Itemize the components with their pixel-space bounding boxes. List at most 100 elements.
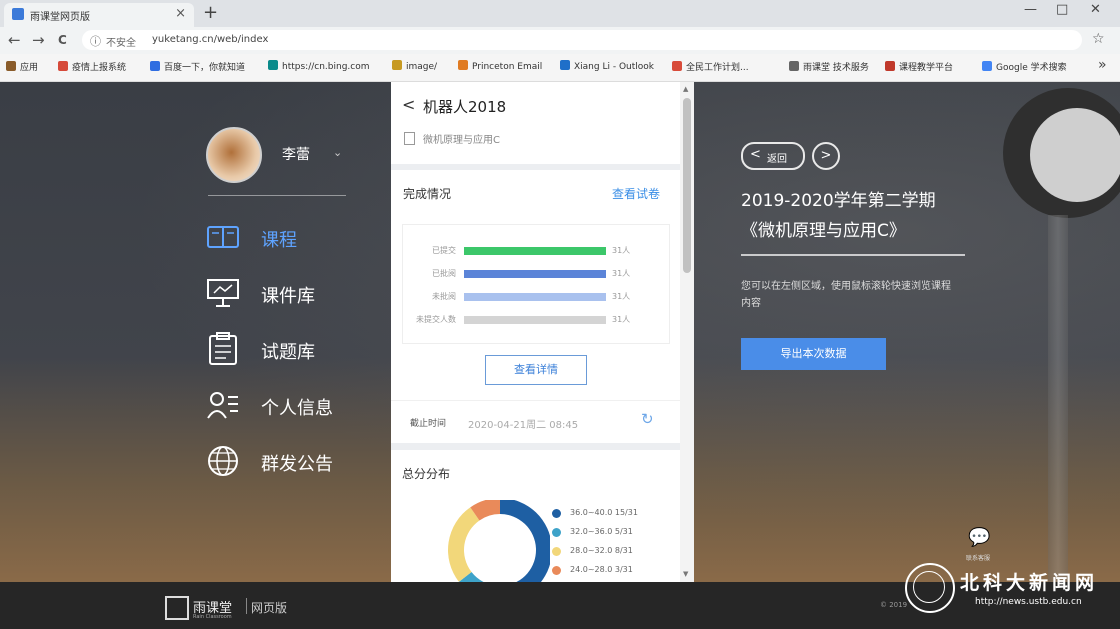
bookmark-item[interactable]: 应用 bbox=[6, 60, 38, 73]
scrollbar-thumb[interactable] bbox=[683, 98, 691, 273]
legend-range: 28.0~32.0 bbox=[570, 546, 613, 555]
ustb-seal-inner bbox=[913, 571, 945, 603]
yuketang-favicon-icon bbox=[12, 8, 24, 20]
bar-count: 31人 bbox=[612, 269, 631, 278]
scroll-hint-text: 您可以在左侧区域，使用鼠标滚轮快速浏览课程内容 bbox=[741, 281, 951, 309]
sidebar-item-slides[interactable]: 课件库 bbox=[206, 276, 366, 312]
bar-track bbox=[464, 316, 606, 324]
legend-count: 5/31 bbox=[614, 527, 633, 536]
legend-range: 32.0~36.0 bbox=[570, 527, 613, 536]
bar-label: 未提交人数 bbox=[416, 315, 456, 324]
customer-service-label[interactable]: 联系客服 bbox=[966, 553, 990, 562]
refresh-icon[interactable]: ↻ bbox=[641, 410, 654, 428]
bookmark-item[interactable]: Princeton Email bbox=[458, 60, 542, 72]
avatar[interactable] bbox=[206, 127, 262, 183]
bookmark-label: 应用 bbox=[20, 63, 39, 73]
next-button[interactable]: > bbox=[812, 142, 840, 170]
distribution-title: 总分分布 bbox=[402, 467, 451, 481]
info-icon[interactable]: ⓘ bbox=[90, 33, 101, 49]
bar-track bbox=[464, 293, 606, 301]
image-icon bbox=[392, 60, 402, 70]
bookmark-label: 疫情上报系统 bbox=[72, 63, 127, 73]
legend-text: 28.0~32.0 8/31 bbox=[570, 546, 633, 555]
legend-range: 24.0~28.0 bbox=[570, 565, 613, 574]
bar-fill bbox=[464, 293, 606, 301]
bookmark-label: Google 学术搜索 bbox=[996, 63, 1067, 73]
bar-label: 未批阅 bbox=[432, 292, 456, 301]
bookmark-item[interactable]: Xiang Li - Outlook bbox=[560, 60, 654, 72]
yuketang-logo-icon bbox=[165, 596, 189, 620]
bookmark-item[interactable]: 百度一下，你就知道 bbox=[150, 60, 245, 73]
browser-tab[interactable]: 雨课堂网页版 × bbox=[4, 3, 194, 27]
bar-label: 已批阅 bbox=[432, 269, 456, 278]
chevron-right-icon: > bbox=[820, 148, 832, 163]
legend-text: 36.0~40.0 15/31 bbox=[570, 508, 638, 517]
scroll-up-icon[interactable]: ▲ bbox=[683, 85, 688, 93]
donut-slice bbox=[500, 500, 550, 582]
plan-icon bbox=[672, 61, 682, 71]
course-title: 机器人2018 bbox=[423, 98, 507, 116]
legend-count: 3/31 bbox=[614, 565, 633, 574]
minimize-button[interactable]: — bbox=[1024, 2, 1037, 17]
bookmark-label: 全民工作计划... bbox=[686, 63, 749, 73]
back-button-pill[interactable]: < 返回 bbox=[741, 142, 805, 170]
term-line-1: 2019-2020学年第二学期 bbox=[741, 191, 936, 211]
bookmark-item[interactable]: 全民工作计划... bbox=[672, 60, 749, 73]
bookmarks-more-button[interactable]: » bbox=[1098, 57, 1107, 73]
bookmark-label: https://cn.bing.com bbox=[282, 62, 370, 72]
sidebar-item-course[interactable]: 课程 bbox=[206, 220, 366, 256]
bookmark-item[interactable]: 课程教学平台 bbox=[885, 60, 953, 73]
forward-button[interactable]: → bbox=[32, 31, 45, 49]
term-title: 2019-2020学年第二学期 《微机原理与应用C》 bbox=[741, 186, 936, 246]
view-details-button[interactable]: 查看详情 bbox=[485, 355, 587, 385]
maximize-button[interactable]: □ bbox=[1056, 2, 1068, 17]
baidu-paw-icon bbox=[150, 61, 160, 71]
report-icon bbox=[58, 61, 68, 71]
completion-bar-row: 已批阅 31人 bbox=[404, 267, 664, 281]
lamp-decoration-inner bbox=[1030, 108, 1120, 202]
view-exam-link[interactable]: 查看试卷 bbox=[612, 185, 660, 202]
bookmark-item[interactable]: 疫情上报系统 bbox=[58, 60, 126, 73]
question-bank-icon bbox=[209, 332, 237, 365]
bar-track bbox=[464, 270, 606, 278]
close-window-button[interactable]: ✕ bbox=[1090, 2, 1101, 17]
legend-range: 36.0~40.0 bbox=[570, 508, 613, 517]
sidebar-item-question-bank[interactable]: 试题库 bbox=[206, 332, 366, 368]
google-scholar-icon bbox=[982, 61, 992, 71]
bookmark-item[interactable]: Google 学术搜索 bbox=[982, 60, 1067, 73]
bookmark-item[interactable]: https://cn.bing.com bbox=[268, 60, 370, 72]
sidebar-item-label: 个人信息 bbox=[261, 398, 333, 419]
sidebar-item-announcement[interactable]: 群发公告 bbox=[206, 444, 366, 480]
tab-close-icon[interactable]: × bbox=[175, 6, 186, 21]
profile-icon bbox=[207, 392, 238, 419]
bookmark-item[interactable]: image/ bbox=[392, 60, 437, 72]
score-donut-chart bbox=[448, 500, 550, 582]
bookmark-star-icon[interactable]: ☆ bbox=[1092, 31, 1105, 47]
reload-button[interactable]: C bbox=[58, 33, 67, 47]
nav-divider bbox=[208, 195, 346, 196]
wechat-icon[interactable]: 💬 bbox=[968, 527, 990, 548]
back-button[interactable]: ← bbox=[8, 31, 21, 49]
legend-swatch bbox=[552, 528, 561, 537]
deadline-label: 截止时间 bbox=[410, 419, 447, 429]
sidebar-item-label: 试题库 bbox=[261, 342, 315, 363]
sidebar-item-label: 课件库 bbox=[261, 286, 315, 307]
sidebar-item-profile[interactable]: 个人信息 bbox=[206, 388, 366, 424]
legend-text: 32.0~36.0 5/31 bbox=[570, 527, 633, 536]
completion-bar-row: 未提交人数 31人 bbox=[404, 313, 664, 327]
outlook-icon bbox=[560, 60, 570, 70]
watermark-title: 北科大新闻网 bbox=[960, 572, 1099, 594]
bookmark-label: Xiang Li - Outlook bbox=[574, 62, 654, 72]
bookmark-label: 雨课堂 技术服务 bbox=[803, 63, 869, 73]
sidebar-item-label: 课程 bbox=[261, 230, 297, 251]
bookmark-item[interactable]: 雨课堂 技术服务 bbox=[789, 60, 869, 73]
user-name[interactable]: 李蕾 bbox=[282, 144, 310, 164]
bar-count: 31人 bbox=[612, 246, 631, 255]
url-input[interactable]: ⓘ 不安全 yuketang.cn/web/index bbox=[82, 30, 1082, 50]
chevron-down-icon[interactable]: ⌄ bbox=[333, 146, 342, 159]
back-chevron-icon[interactable]: < bbox=[402, 95, 415, 114]
export-data-button[interactable]: 导出本次数据 bbox=[741, 338, 886, 370]
scroll-down-icon[interactable]: ▼ bbox=[683, 570, 688, 578]
legend-text: 24.0~28.0 3/31 bbox=[570, 565, 633, 574]
new-tab-button[interactable]: + bbox=[203, 2, 218, 23]
